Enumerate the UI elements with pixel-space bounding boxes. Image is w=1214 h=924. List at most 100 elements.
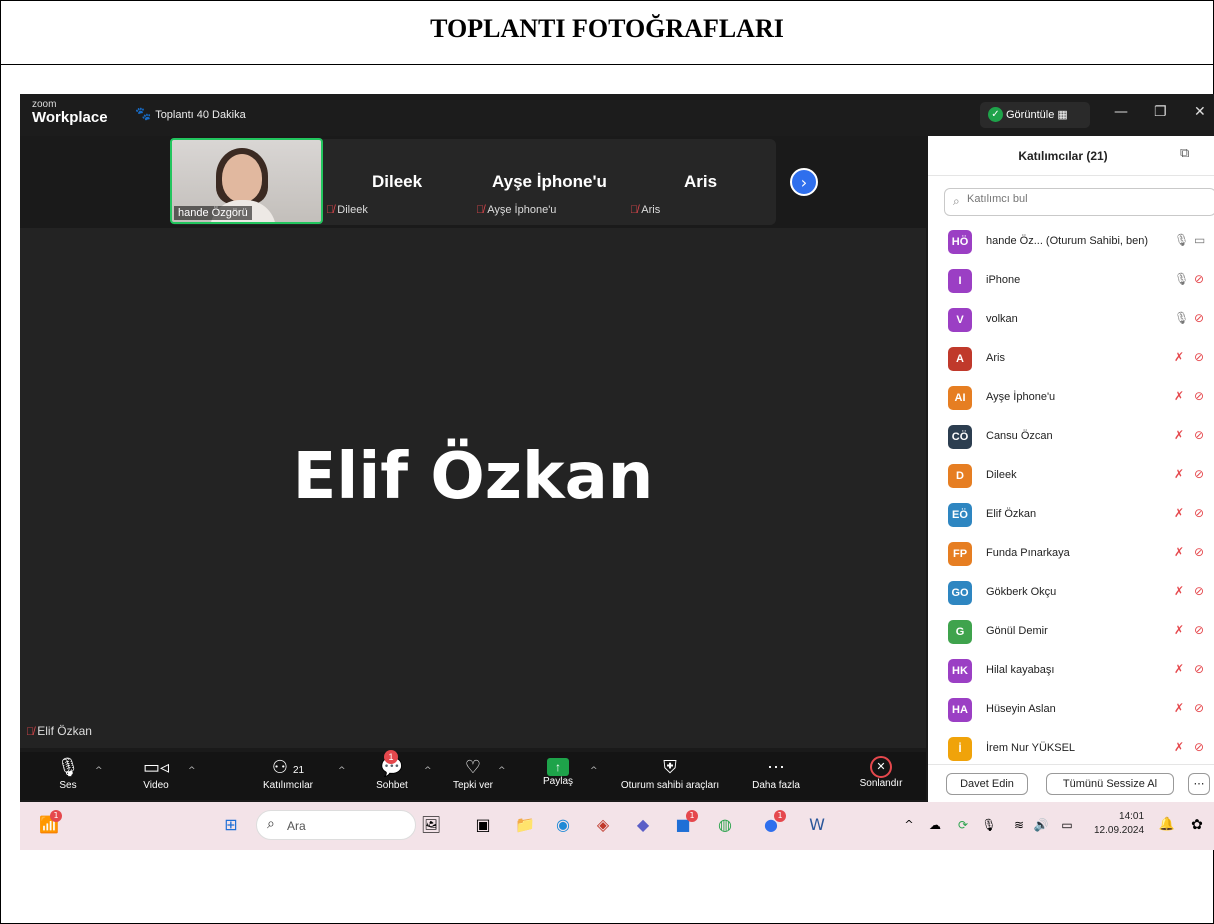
participant-row[interactable]: GO Gökberk Okçu ✗ ⊘ — [928, 575, 1214, 614]
participant-row[interactable]: A Aris ✗ ⊘ — [928, 341, 1214, 380]
share-button[interactable]: ↑ Paylaş — [536, 754, 580, 787]
mic-muted-icon[interactable]: ✗ — [1174, 506, 1184, 520]
camera-off-icon[interactable]: ⊘ — [1194, 701, 1204, 715]
end-meeting-button[interactable]: ✕ Sonlandır — [854, 754, 908, 789]
minimize-icon[interactable]: — — [1114, 104, 1128, 120]
mic-muted-icon[interactable]: ✗ — [1174, 740, 1184, 754]
tray-microphone-icon[interactable]: 🎙 — [978, 814, 1000, 836]
word-icon[interactable]: W — [806, 814, 828, 836]
notification-bell-icon[interactable]: 🔔 — [1156, 814, 1178, 836]
reactions-button[interactable]: ♡ Tepki ver — [448, 754, 498, 791]
popout-icon[interactable]: ⧉ — [1180, 146, 1189, 161]
tile-name-dileek: Dileek — [372, 172, 423, 191]
camera-off-icon[interactable]: ⊘ — [1194, 623, 1204, 637]
clock-date: 12.09.2024 — [1094, 825, 1145, 836]
chat-options-caret-icon[interactable]: ^ — [424, 766, 432, 776]
mic-muted-icon[interactable]: ✗ — [1174, 623, 1184, 637]
microphone-icon[interactable]: 🎙 — [1174, 272, 1189, 286]
next-page-button[interactable]: › — [790, 168, 818, 196]
meeting-title[interactable]: 🐾 Toplantı 40 Dakika — [135, 106, 246, 122]
camera-off-icon[interactable]: ⊘ — [1194, 545, 1204, 559]
participant-row[interactable]: HK Hilal kayabaşı ✗ ⊘ — [928, 653, 1214, 692]
share-options-caret-icon[interactable]: ^ — [590, 766, 598, 776]
tray-chevron-icon[interactable]: ^ — [898, 814, 920, 836]
mic-muted-icon[interactable]: ✗ — [1174, 467, 1184, 481]
panel-more-button[interactable]: ⋯ — [1188, 773, 1210, 795]
video-options-caret-icon[interactable]: ^ — [188, 766, 196, 776]
camera-off-icon[interactable]: ⊘ — [1194, 662, 1204, 676]
camera-off-icon[interactable]: ⊘ — [1194, 272, 1204, 286]
invite-button[interactable]: Davet Edin — [946, 773, 1028, 795]
participant-row[interactable]: FP Funda Pınarkaya ✗ ⊘ — [928, 536, 1214, 575]
camera-off-icon[interactable]: ⊘ — [1194, 350, 1204, 364]
avatar: HA — [948, 698, 972, 722]
camera-off-icon[interactable]: ⊘ — [1194, 467, 1204, 481]
mic-muted-icon: 🎙̸ — [26, 726, 35, 738]
camera-off-icon[interactable]: ⊘ — [1194, 389, 1204, 403]
wifi-icon[interactable]: ≋ — [1008, 814, 1030, 836]
file-explorer-icon[interactable]: 📁 — [514, 814, 536, 836]
view-button[interactable]: ✓ Görüntüle ▦ — [980, 102, 1090, 128]
mic-muted-icon[interactable]: ✗ — [1174, 584, 1184, 598]
system-clock[interactable]: 14:01 12.09.2024 — [1094, 810, 1144, 838]
mute-all-button[interactable]: Tümünü Sessize Al — [1046, 773, 1174, 795]
close-icon[interactable]: ✕ — [1194, 104, 1206, 120]
mcafee-icon[interactable]: ◈ — [592, 814, 614, 836]
video-camera-icon[interactable]: ▭ — [1194, 233, 1205, 247]
sync-icon[interactable]: ⟳ — [952, 814, 974, 836]
audio-button[interactable]: 🎙 Ses — [50, 754, 86, 791]
audio-options-caret-icon[interactable]: ^ — [95, 766, 103, 776]
active-speaker-label-text: Elif Özkan — [37, 724, 92, 738]
chat-button[interactable]: 💬 1 Sohbet — [370, 750, 414, 791]
host-tools-button[interactable]: ⛨ Oturum sahibi araçları — [612, 754, 728, 791]
microphone-icon[interactable]: 🎙 — [1174, 233, 1189, 247]
mic-muted-icon[interactable]: ✗ — [1174, 350, 1184, 364]
more-button[interactable]: ⋯ Daha fazla — [748, 754, 804, 791]
restore-icon[interactable]: ❐ — [1154, 104, 1167, 120]
security-shield-icon: ✓ — [988, 107, 1003, 122]
chrome-icon[interactable]: ◍ — [714, 814, 736, 836]
camera-off-icon[interactable]: ⊘ — [1194, 311, 1204, 325]
mic-muted-icon[interactable]: ✗ — [1174, 662, 1184, 676]
participant-row[interactable]: IiPhone 🎙 ⊘ — [928, 263, 1214, 302]
camera-off-icon[interactable]: ⊘ — [1194, 506, 1204, 520]
self-video-tile[interactable]: hande Özgörü — [170, 138, 323, 224]
participant-name: Ayşe İphone'u — [986, 391, 1056, 403]
speaker-icon[interactable]: 🔊 — [1030, 814, 1052, 836]
active-speaker-area: Elif Özkan 🎙̸ Elif Özkan — [20, 228, 926, 748]
participant-row[interactable]: Vvolkan 🎙 ⊘ — [928, 302, 1214, 341]
microphone-icon[interactable]: 🎙 — [1174, 311, 1189, 325]
edge-browser-icon[interactable]: ◉ — [552, 814, 574, 836]
panel-title: Katılımcılar (21) — [1018, 149, 1108, 163]
participant-row[interactable]: EÖ Elif Özkan ✗ ⊘ — [928, 497, 1214, 536]
task-view-icon[interactable]: ▣ — [472, 814, 494, 836]
mic-muted-icon[interactable]: ✗ — [1174, 428, 1184, 442]
taskbar-search[interactable]: ⌕ Ara — [256, 810, 416, 840]
participant-name: Hilal kayabaşı — [986, 664, 1055, 676]
participant-row[interactable]: HÖ hande Öz... (Oturum Sahibi, ben) 🎙 ▭ — [928, 224, 1214, 263]
windows-start-icon[interactable]: ⊞ — [220, 814, 242, 836]
battery-icon[interactable]: ▭ — [1056, 814, 1078, 836]
copilot-icon[interactable]: ✿ — [1186, 814, 1208, 836]
mic-muted-icon[interactable]: ✗ — [1174, 545, 1184, 559]
widgets-icon[interactable]: 🖼 — [420, 814, 442, 836]
onedrive-icon[interactable]: ☁ — [924, 814, 946, 836]
participant-name: volkan — [986, 313, 1018, 325]
video-button[interactable]: ▭◃ Video — [134, 754, 178, 791]
reactions-options-caret-icon[interactable]: ^ — [498, 766, 506, 776]
mic-muted-icon[interactable]: ✗ — [1174, 701, 1184, 715]
participant-row[interactable]: G Gönül Demir ✗ ⊘ — [928, 614, 1214, 653]
teams-icon[interactable]: ◆ — [632, 814, 654, 836]
participant-row[interactable]: CÖ Cansu Özcan ✗ ⊘ — [928, 419, 1214, 458]
participant-row[interactable]: D Dileek ✗ ⊘ — [928, 458, 1214, 497]
participant-search-input[interactable] — [967, 193, 1167, 205]
mic-muted-icon[interactable]: ✗ — [1174, 389, 1184, 403]
participant-search[interactable]: ⌕ — [944, 188, 1214, 216]
participants-button[interactable]: ⚇ 21 Katılımcılar — [256, 754, 320, 791]
participants-options-caret-icon[interactable]: ^ — [338, 766, 346, 776]
participant-row[interactable]: AI Ayşe İphone'u ✗ ⊘ — [928, 380, 1214, 419]
camera-off-icon[interactable]: ⊘ — [1194, 740, 1204, 754]
camera-off-icon[interactable]: ⊘ — [1194, 584, 1204, 598]
participant-row[interactable]: HA Hüseyin Aslan ✗ ⊘ — [928, 692, 1214, 731]
camera-off-icon[interactable]: ⊘ — [1194, 428, 1204, 442]
